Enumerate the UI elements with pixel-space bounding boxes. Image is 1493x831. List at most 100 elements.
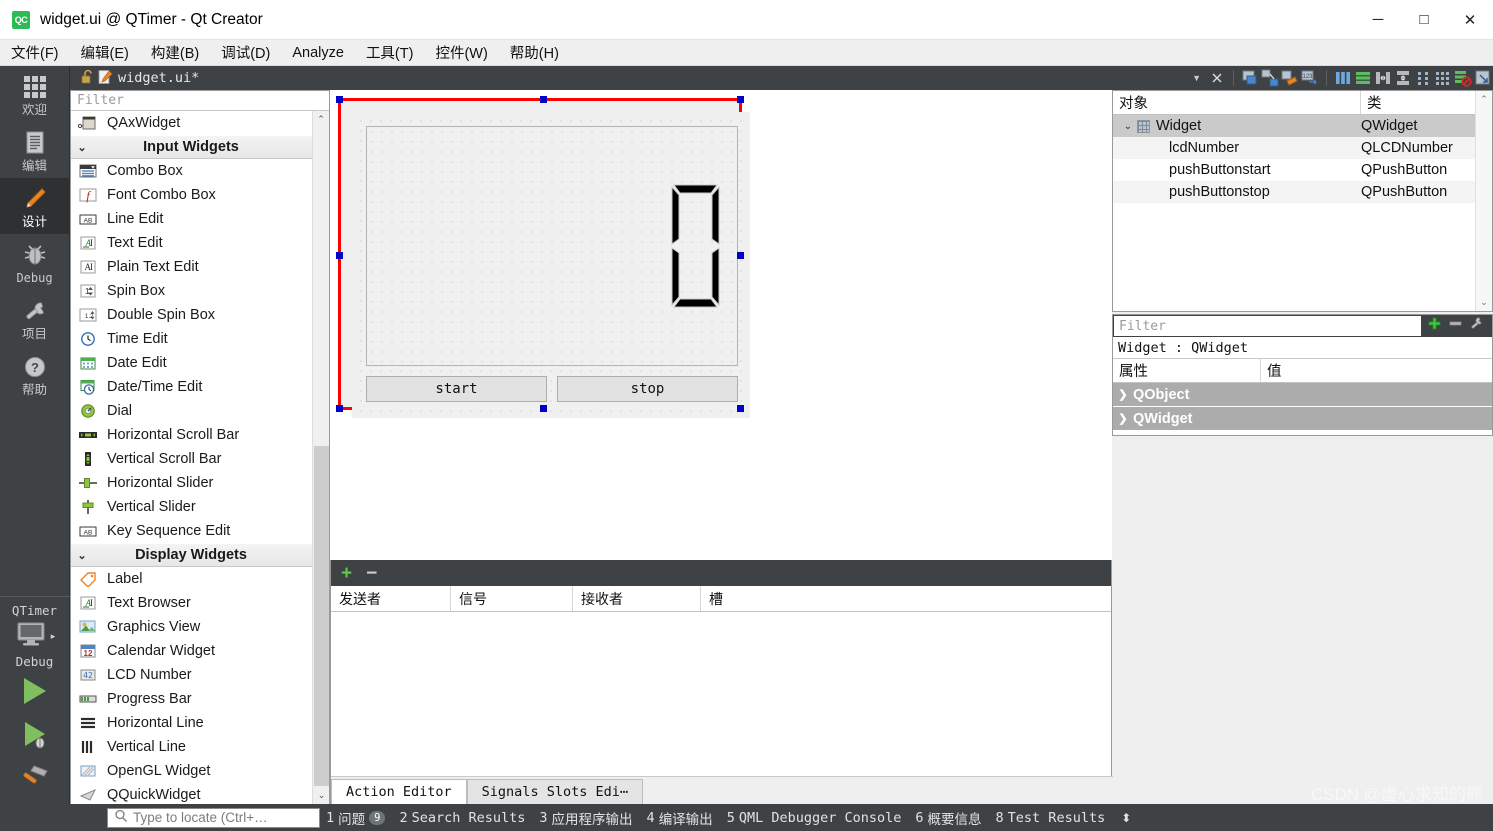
column-signal[interactable]: 信号	[451, 586, 573, 611]
column-object[interactable]: 对象	[1113, 91, 1361, 114]
chevron-down-icon[interactable]: ▼	[1192, 73, 1207, 83]
widget-item-font-combo-box[interactable]: f Font Combo Box	[71, 183, 329, 207]
widget-item-line-edit[interactable]: AB Line Edit	[71, 207, 329, 231]
output-pane-test-results[interactable]: 8 Test Results	[996, 810, 1106, 826]
menu-debug[interactable]: 调试(D)	[210, 39, 281, 66]
kit-selector[interactable]: QTimer ▸ Debug	[0, 596, 70, 669]
widget-item-key-sequence-edit[interactable]: AB Key Sequence Edit	[71, 519, 329, 543]
break-layout-icon[interactable]	[1453, 68, 1473, 88]
close-icon[interactable]	[1207, 68, 1227, 88]
widget-item-opengl-widget[interactable]: OpenGL Widget	[71, 759, 329, 783]
current-file-label[interactable]: widget.ui*	[118, 70, 199, 86]
scroll-down-icon[interactable]: ⌄	[1476, 294, 1492, 311]
property-group-qwidget[interactable]: ❯ QWidget	[1113, 407, 1492, 431]
output-pane-compile-output[interactable]: 4 编译输出	[647, 808, 713, 828]
widget-item-vertical-slider[interactable]: Vertical Slider	[71, 495, 329, 519]
column-receiver[interactable]: 接收者	[573, 586, 701, 611]
output-pane-application-output[interactable]: 3 应用程序输出	[539, 808, 632, 828]
menu-edit[interactable]: 编辑(E)	[70, 39, 140, 66]
layout-form-icon[interactable]	[1413, 68, 1433, 88]
wrench-icon[interactable]	[1469, 316, 1484, 336]
widget-item-text-browser[interactable]: A I Text Browser	[71, 591, 329, 615]
widget-category-input-widgets[interactable]: ⌄ Input Widgets	[71, 135, 329, 159]
push-button-stop[interactable]: stop	[557, 376, 738, 402]
resize-handle-top-center[interactable]	[540, 96, 547, 103]
property-group-qobject[interactable]: ❯ QObject	[1113, 383, 1492, 407]
resize-handle-middle-left[interactable]	[336, 252, 343, 259]
column-slot[interactable]: 槽	[701, 586, 1111, 611]
adjust-size-icon[interactable]	[1473, 68, 1493, 88]
minus-icon[interactable]: −	[366, 564, 377, 583]
resize-handle-top-right[interactable]	[737, 96, 744, 103]
up-down-icon[interactable]: ⬍	[1121, 811, 1131, 825]
locator-input[interactable]: Type to locate (Ctrl+…	[107, 807, 320, 828]
layout-splitter-h-icon[interactable]	[1373, 68, 1393, 88]
menu-help[interactable]: 帮助(H)	[499, 39, 570, 66]
signal-slot-rows[interactable]	[331, 612, 1111, 772]
widget-item-progress-bar[interactable]: Progress Bar	[71, 687, 329, 711]
unlocked-icon[interactable]	[78, 69, 96, 87]
debug-button[interactable]	[0, 713, 70, 755]
resize-handle-bottom-left[interactable]	[336, 405, 343, 412]
widget-item-combo-box[interactable]: Combo Box	[71, 159, 329, 183]
edit-buddies-icon[interactable]	[1280, 68, 1300, 88]
mode-design[interactable]: 设计	[0, 178, 70, 234]
scroll-up-icon[interactable]: ⌃	[1476, 91, 1492, 108]
resize-handle-bottom-center[interactable]	[540, 405, 547, 412]
widget-item-horizontal-slider[interactable]: Horizontal Slider	[71, 471, 329, 495]
column-value[interactable]: 值	[1261, 359, 1492, 382]
minus-icon[interactable]	[1448, 316, 1463, 336]
build-button[interactable]	[0, 755, 70, 804]
widget-item-spin-box[interactable]: 1 Spin Box	[71, 279, 329, 303]
close-button[interactable]: ✕	[1447, 0, 1493, 40]
widget-item-label[interactable]: Label	[71, 567, 329, 591]
run-button[interactable]	[0, 669, 70, 713]
output-pane-issues[interactable]: 1 问题 9	[326, 808, 386, 828]
widget-box-scrollbar[interactable]: ⌃ ⌄	[312, 111, 329, 804]
edit-widgets-icon[interactable]	[1240, 68, 1260, 88]
widget-item-time-edit[interactable]: Time Edit	[71, 327, 329, 351]
plus-icon[interactable]	[1427, 316, 1442, 336]
lcd-number-widget[interactable]	[366, 126, 738, 366]
menu-build[interactable]: 构建(B)	[140, 39, 210, 66]
layout-splitter-v-icon[interactable]	[1393, 68, 1413, 88]
mode-edit[interactable]: 编辑	[0, 122, 70, 178]
widget-category-display-widgets[interactable]: ⌄ Display Widgets	[71, 543, 329, 567]
widget-item-vertical-line[interactable]: Vertical Line	[71, 735, 329, 759]
property-filter-input[interactable]: Filter	[1114, 316, 1421, 336]
widget-item-qquickwidget[interactable]: QQuickWidget	[71, 783, 329, 804]
resize-handle-middle-right[interactable]	[737, 252, 744, 259]
chevron-down-icon[interactable]: ⌄	[1119, 121, 1137, 132]
widget-item-qaxwidget[interactable]: QAxWidget	[71, 111, 329, 135]
form-widget[interactable]: start stop	[352, 112, 750, 418]
menu-analyze[interactable]: Analyze	[281, 42, 355, 64]
menu-file[interactable]: 文件(F)	[0, 39, 70, 66]
plus-icon[interactable]: +	[341, 564, 352, 583]
edit-signals-slots-icon[interactable]	[1260, 68, 1280, 88]
form-selection-frame[interactable]: start stop	[336, 96, 750, 418]
scroll-up-icon[interactable]: ⌃	[313, 111, 329, 128]
edit-tab-order-icon[interactable]: 123	[1300, 68, 1320, 88]
widget-item-text-edit[interactable]: A I Text Edit	[71, 231, 329, 255]
layout-vertically-icon[interactable]	[1353, 68, 1373, 88]
form-canvas[interactable]: start stop	[330, 90, 1112, 560]
maximize-button[interactable]: □	[1401, 0, 1447, 40]
widget-item-lcd-number[interactable]: 42 LCD Number	[71, 663, 329, 687]
resize-handle-top-left[interactable]	[336, 96, 343, 103]
widget-item-vertical-scroll-bar[interactable]: Vertical Scroll Bar	[71, 447, 329, 471]
widget-box-filter-input[interactable]: Filter	[71, 91, 329, 111]
push-button-start[interactable]: start	[366, 376, 547, 402]
widget-item-horizontal-scroll-bar[interactable]: Horizontal Scroll Bar	[71, 423, 329, 447]
widget-item-dial[interactable]: Dial	[71, 399, 329, 423]
mode-welcome[interactable]: 欢迎	[0, 66, 70, 122]
object-tree-row-lcdnumber[interactable]: lcdNumber QLCDNumber	[1113, 137, 1492, 159]
widget-item-double-spin-box[interactable]: 1.2 Double Spin Box	[71, 303, 329, 327]
widget-item-graphics-view[interactable]: Graphics View	[71, 615, 329, 639]
output-pane-general-messages[interactable]: 6 概要信息	[915, 808, 981, 828]
column-sender[interactable]: 发送者	[331, 586, 451, 611]
column-property[interactable]: 属性	[1113, 359, 1261, 382]
layout-grid-icon[interactable]	[1433, 68, 1453, 88]
resize-handle-bottom-right[interactable]	[737, 405, 744, 412]
object-tree-scrollbar[interactable]: ⌃ ⌄	[1475, 91, 1492, 311]
tab-signals-slots-editor[interactable]: Signals Slots Edi⋯	[466, 779, 643, 804]
